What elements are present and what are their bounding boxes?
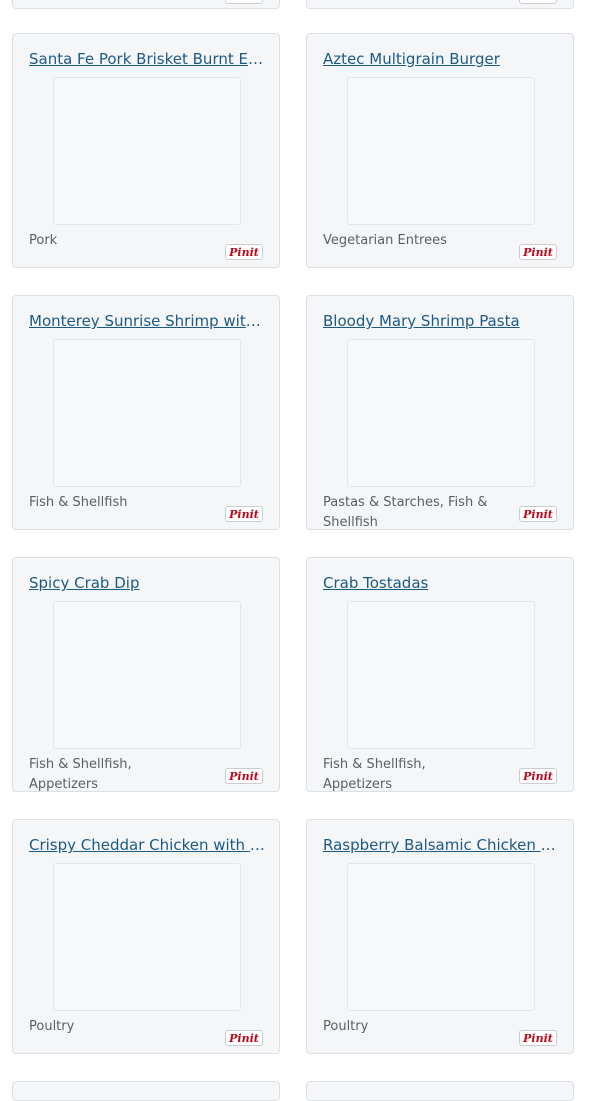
recipe-category: Poultry [323, 1019, 369, 1034]
pin-it-button[interactable]: Pinit [519, 768, 557, 784]
recipe-card: Crab Tostadas Fish & Shellfish, Appetize… [306, 557, 574, 792]
recipe-category: Fish & Shellfish, Appetizers [323, 757, 426, 792]
pin-it-button[interactable] [225, 0, 263, 4]
recipe-title-link[interactable]: Bloody Mary Shrimp Pasta [323, 311, 561, 331]
recipe-card-partial [306, 1081, 574, 1101]
pin-it-button[interactable]: Pinit [519, 506, 557, 522]
recipe-image[interactable] [347, 601, 535, 749]
recipe-card-partial [12, 0, 280, 9]
recipe-category: Fish & Shellfish, Appetizers [29, 757, 132, 792]
recipe-card: Monterey Sunrise Shrimp with Zucchini Fi… [12, 295, 280, 530]
recipe-category: Vegetarian Entrees [323, 233, 447, 248]
recipe-image[interactable] [347, 77, 535, 225]
pin-it-button[interactable]: Pinit [225, 506, 263, 522]
pin-it-button[interactable]: Pinit [225, 244, 263, 260]
pin-it-button[interactable]: Pinit [519, 1030, 557, 1046]
recipe-title-link[interactable]: Spicy Crab Dip [29, 573, 267, 593]
recipe-card: Aztec Multigrain Burger Vegetarian Entre… [306, 33, 574, 268]
recipe-card-partial [12, 1081, 280, 1101]
recipe-image[interactable] [347, 863, 535, 1011]
recipe-category: Pastas & Starches, Fish & Shellfish [323, 495, 488, 530]
recipe-image[interactable] [53, 77, 241, 225]
pin-it-button[interactable] [519, 0, 557, 4]
recipe-category: Pork [29, 233, 58, 248]
pin-it-button[interactable]: Pinit [225, 1030, 263, 1046]
recipe-title-link[interactable]: Crab Tostadas [323, 573, 561, 593]
recipe-card: Santa Fe Pork Brisket Burnt Ends Pork Pi… [12, 33, 280, 268]
recipe-category: Fish & Shellfish [29, 495, 128, 510]
recipe-card-partial [306, 0, 574, 9]
recipe-title-link[interactable]: Monterey Sunrise Shrimp with Zucchini [29, 311, 267, 331]
recipe-card: Crispy Cheddar Chicken with Asparagus Po… [12, 819, 280, 1054]
recipe-title-link[interactable]: Santa Fe Pork Brisket Burnt Ends [29, 49, 267, 69]
recipe-image[interactable] [53, 601, 241, 749]
recipe-image[interactable] [347, 339, 535, 487]
recipe-image[interactable] [53, 863, 241, 1011]
recipe-category: Poultry [29, 1019, 75, 1034]
recipe-title-link[interactable]: Raspberry Balsamic Chicken with Greens [323, 835, 561, 855]
recipe-image[interactable] [53, 339, 241, 487]
pin-it-button[interactable]: Pinit [225, 768, 263, 784]
recipe-title-link[interactable]: Crispy Cheddar Chicken with Asparagus [29, 835, 267, 855]
recipe-title-link[interactable]: Aztec Multigrain Burger [323, 49, 561, 69]
pin-it-button[interactable]: Pinit [519, 244, 557, 260]
recipe-card: Bloody Mary Shrimp Pasta Pastas & Starch… [306, 295, 574, 530]
recipe-card: Spicy Crab Dip Fish & Shellfish, Appetiz… [12, 557, 280, 792]
recipe-card: Raspberry Balsamic Chicken with Greens P… [306, 819, 574, 1054]
